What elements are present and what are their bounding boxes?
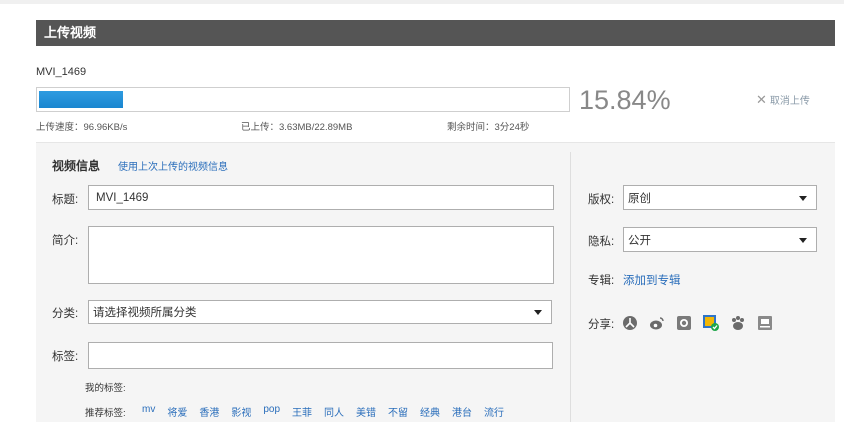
dropdown-arrow-icon	[534, 310, 542, 315]
recommended-tags-label: 推荐标签:	[85, 408, 126, 419]
title-input[interactable]	[88, 185, 554, 210]
reuse-last-info-link[interactable]: 使用上次上传的视频信息	[118, 158, 228, 173]
tags-input[interactable]	[88, 342, 553, 369]
recommended-tag[interactable]: 影视	[231, 404, 251, 419]
recommended-tag[interactable]: 美错	[356, 404, 376, 419]
upload-speed: 上传速度：96.96KB/s	[36, 122, 128, 133]
recommended-tag[interactable]: 同人	[324, 404, 344, 419]
category-select-value: 请选择视频所属分类	[93, 307, 197, 319]
recommended-tag[interactable]: 不留	[388, 404, 408, 419]
top-strip	[0, 0, 844, 4]
dropdown-arrow-icon	[799, 237, 807, 243]
recommended-tag[interactable]: 流行	[484, 404, 504, 419]
recommended-tags: mv 将爱 香港 影视 pop 王菲 同人 美错 不留 经典 港台 流行	[142, 404, 516, 419]
privacy-select[interactable]: 公开	[623, 227, 817, 252]
add-to-album-link[interactable]: 添加到专辑	[623, 272, 681, 288]
recommended-tag[interactable]: mv	[142, 404, 155, 419]
remaining-time: 剩余时间：3分24秒	[447, 122, 530, 133]
copyright-select-value: 原创	[628, 192, 651, 205]
panel-divider	[570, 152, 571, 422]
douban-icon[interactable]	[757, 315, 773, 331]
description-label: 简介:	[52, 235, 79, 247]
privacy-label: 隐私:	[588, 236, 615, 248]
close-icon: ✕	[756, 91, 767, 107]
category-select[interactable]: 请选择视频所属分类	[88, 300, 552, 324]
my-tags-label: 我的标签:	[85, 383, 126, 394]
weibo-icon[interactable]	[649, 315, 665, 331]
recommended-tag[interactable]: 经典	[420, 404, 440, 419]
tags-label: 标签:	[52, 351, 79, 363]
upload-progress-bar	[36, 87, 570, 112]
cancel-upload-button[interactable]: ✕ 取消上传	[756, 91, 810, 108]
qzone-icon[interactable]	[676, 315, 692, 331]
progress-percent: 15.84%	[579, 85, 671, 115]
recommended-tag[interactable]: 王菲	[292, 404, 312, 419]
privacy-select-value: 公开	[628, 234, 651, 247]
renren-icon[interactable]	[622, 315, 638, 331]
share-icons	[622, 315, 773, 331]
description-textarea[interactable]	[88, 226, 554, 284]
category-label: 分类:	[52, 308, 79, 320]
uploaded-size: 已上传：3.63MB/22.89MB	[241, 122, 353, 133]
section-title: 视频信息	[52, 159, 101, 173]
copyright-label: 版权:	[588, 194, 615, 206]
file-name: MVI_1469	[36, 66, 87, 78]
cancel-upload-label: 取消上传	[769, 96, 810, 107]
album-label: 专辑:	[588, 275, 615, 287]
recommended-tag[interactable]: pop	[263, 404, 280, 419]
page-title: 上传视频	[44, 25, 97, 40]
recommended-tag[interactable]: 港台	[452, 404, 472, 419]
share-label: 分享:	[588, 319, 615, 331]
header-bar: 上传视频	[36, 20, 835, 46]
baidu-icon[interactable]	[730, 315, 746, 331]
dropdown-arrow-icon	[799, 195, 807, 201]
title-label: 标题:	[52, 194, 79, 206]
recommended-tag[interactable]: 香港	[199, 404, 219, 419]
recommended-tag[interactable]: 将爱	[167, 404, 187, 419]
copyright-select[interactable]: 原创	[623, 185, 817, 210]
upload-progress-fill	[39, 91, 123, 108]
kaixin-icon[interactable]	[703, 315, 719, 331]
